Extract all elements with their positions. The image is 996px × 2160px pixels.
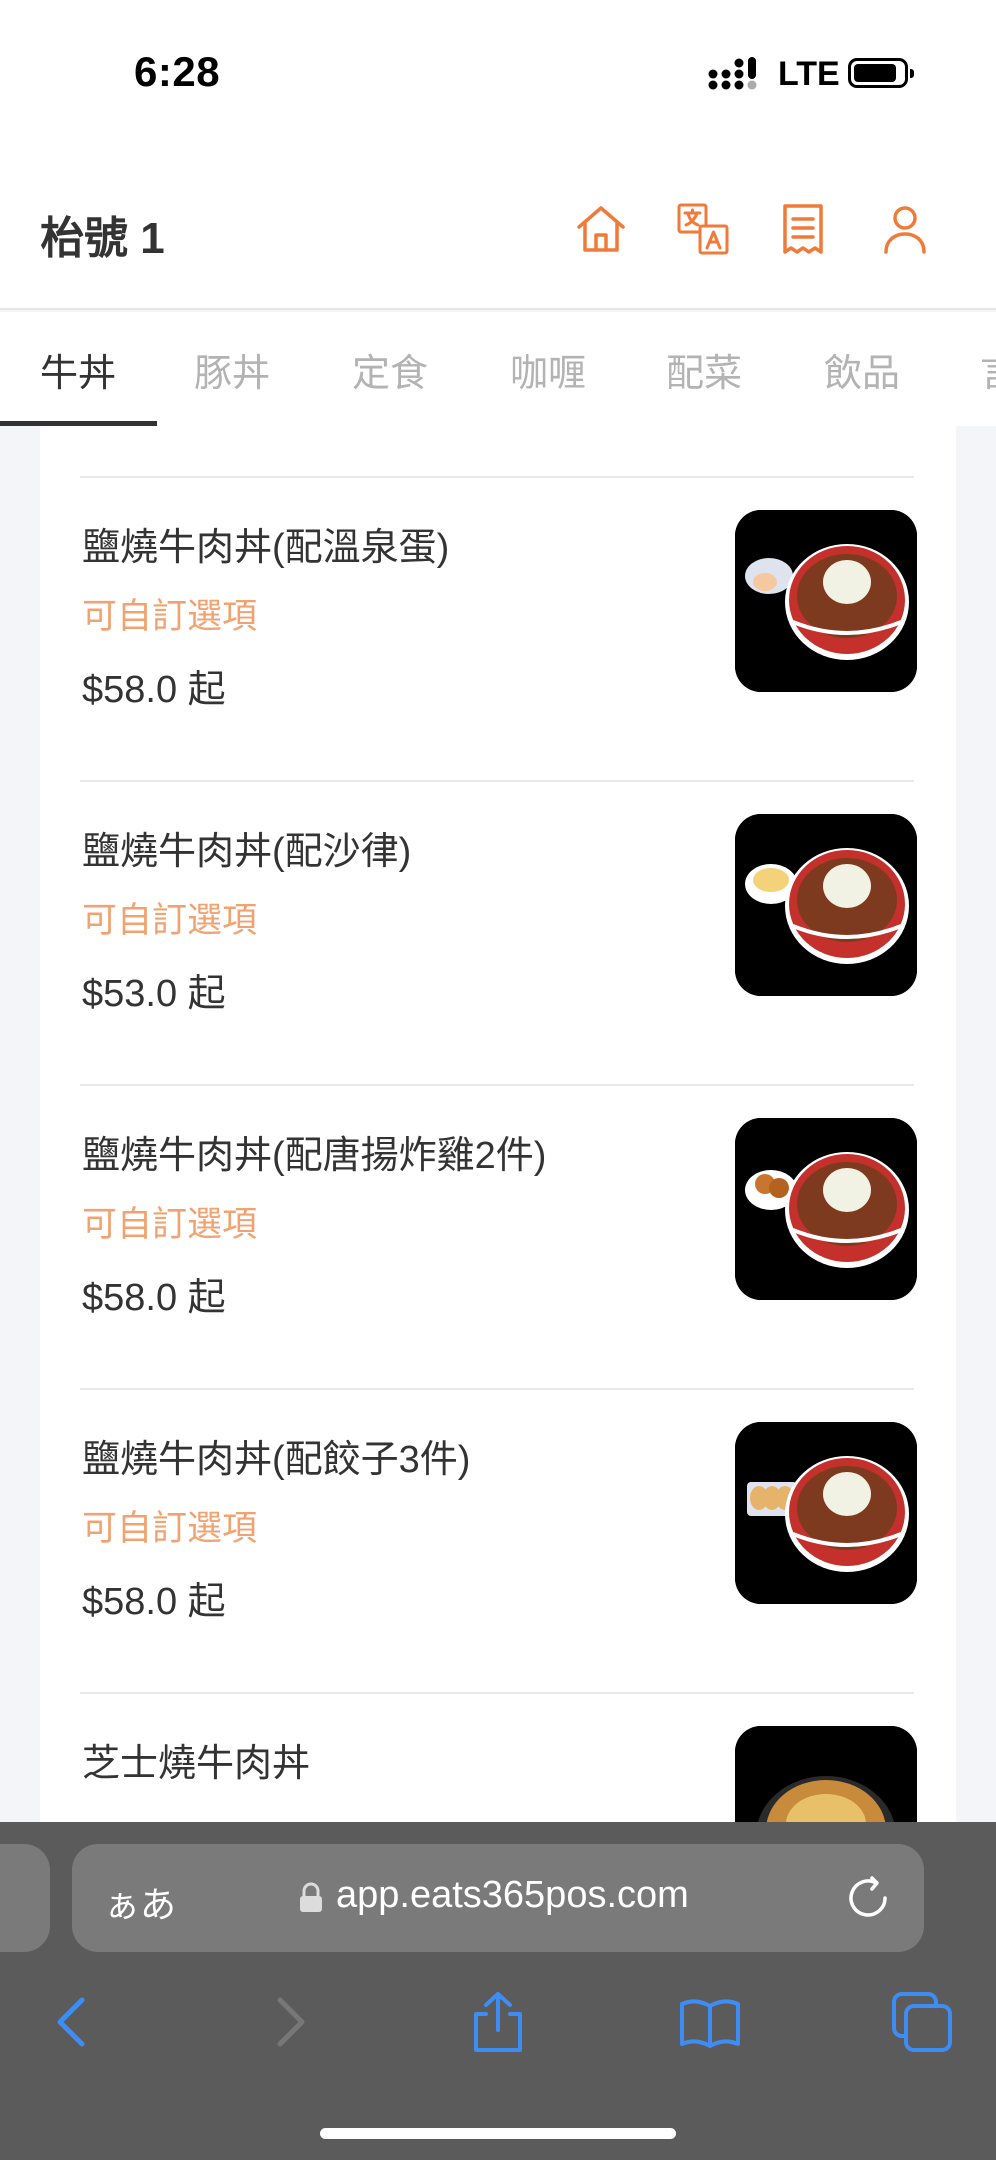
- item-name: 芝士燒牛肉丼: [82, 1743, 311, 1785]
- network-label: LTE: [778, 55, 840, 93]
- item-name: 鹽燒牛肉丼(配餃子3件): [82, 1439, 471, 1481]
- active-tab-indicator: [0, 421, 157, 426]
- reload-icon[interactable]: [846, 1874, 892, 1920]
- item-price: $58.0 起: [82, 669, 226, 711]
- signal-icon: [708, 57, 757, 90]
- battery-icon: [848, 58, 914, 88]
- item-name: 鹽燒牛肉丼(配溫泉蛋): [82, 527, 450, 569]
- previous-tab-preview[interactable]: [0, 1844, 50, 1952]
- forward-icon[interactable]: [256, 1990, 320, 2054]
- tab-drinks[interactable]: 飲品: [824, 342, 900, 397]
- menu-item-salt-beef-bowl-fried-chicken[interactable]: 鹽燒牛肉丼(配唐揚炸雞2件) 可自訂選項 $58.0 起: [40, 1086, 956, 1390]
- item-customizable-note: 可自訂選項: [82, 901, 258, 940]
- tab-more[interactable]: 言: [980, 342, 996, 397]
- tab-side-dishes[interactable]: 配菜: [666, 342, 742, 397]
- page-settings-button[interactable]: ぁあ: [104, 1876, 176, 1928]
- item-customizable-note: 可自訂選項: [82, 597, 258, 636]
- item-photo: [735, 1118, 917, 1300]
- tab-teishoku[interactable]: 定食: [352, 342, 428, 397]
- address-bar[interactable]: ぁあ app.eats365pos.com: [72, 1844, 924, 1952]
- item-customizable-note: 可自訂選項: [82, 1509, 258, 1548]
- item-photo: [735, 1422, 917, 1604]
- share-icon[interactable]: [466, 1990, 530, 2054]
- tab-curry[interactable]: 咖喱: [510, 342, 586, 397]
- url-text: app.eats365pos.com: [336, 1874, 689, 1916]
- tab-gyudon[interactable]: 牛丼: [40, 342, 116, 397]
- item-price: $58.0 起: [82, 1581, 226, 1623]
- app-header: 枱號 1: [0, 150, 996, 310]
- item-name: 鹽燒牛肉丼(配唐揚炸雞2件): [82, 1135, 547, 1177]
- menu-item-salt-beef-bowl-onsen-egg[interactable]: 鹽燒牛肉丼(配溫泉蛋) 可自訂選項 $58.0 起: [40, 478, 956, 782]
- item-photo: [735, 510, 917, 692]
- tab-butadon[interactable]: 豚丼: [194, 342, 270, 397]
- home-indicator: [320, 2128, 676, 2139]
- menu-item-salt-beef-bowl-salad[interactable]: 鹽燒牛肉丼(配沙律) 可自訂選項 $53.0 起: [40, 782, 956, 1086]
- status-bar: 6:28 LTE: [0, 0, 996, 150]
- menu-list: 鹽燒牛肉丼(配溫泉蛋) 可自訂選項 $58.0 起 鹽燒牛肉丼(配沙律) 可自訂…: [40, 426, 956, 1908]
- lock-icon: [300, 1882, 322, 1912]
- home-icon[interactable]: [574, 202, 628, 256]
- menu-item-salt-beef-bowl-dumplings[interactable]: 鹽燒牛肉丼(配餃子3件) 可自訂選項 $58.0 起: [40, 1390, 956, 1694]
- browser-bottom-bar: ぁあ app.eats365pos.com: [0, 1822, 996, 2160]
- category-tabs: 牛丼 豚丼 定食 咖喱 配菜 飲品 言: [0, 312, 996, 426]
- status-time: 6:28: [134, 48, 221, 95]
- item-price: $58.0 起: [82, 1277, 226, 1319]
- item-price: $53.0 起: [82, 973, 226, 1015]
- item-customizable-note: 可自訂選項: [82, 1205, 258, 1244]
- user-icon[interactable]: [878, 202, 932, 256]
- item-name: 鹽燒牛肉丼(配沙律): [82, 831, 412, 873]
- translate-icon[interactable]: [676, 202, 730, 256]
- tabs-icon[interactable]: [890, 1990, 954, 2054]
- bookmarks-icon[interactable]: [678, 1990, 742, 2054]
- page: 6:28 LTE 枱號 1 牛丼 豚丼 定食 咖喱 配菜 飲品 鹽燒牛肉丼(配溫…: [0, 0, 996, 2160]
- back-icon[interactable]: [42, 1990, 106, 2054]
- item-photo: [735, 814, 917, 996]
- receipt-icon[interactable]: [776, 202, 830, 256]
- page-title: 枱號 1: [40, 214, 165, 263]
